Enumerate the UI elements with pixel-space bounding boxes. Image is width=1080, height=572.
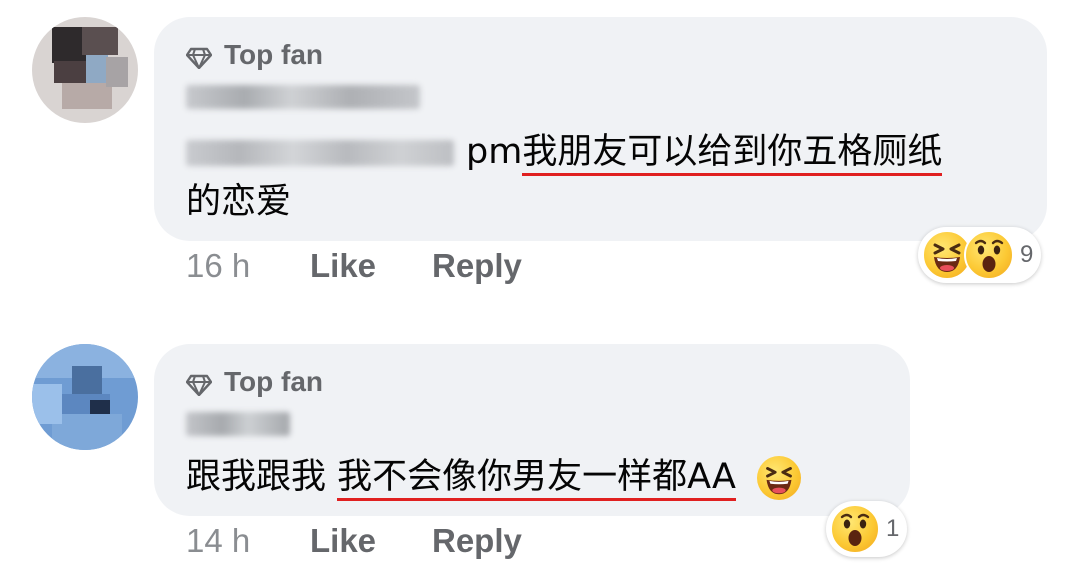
reply-button[interactable]: Reply <box>432 522 522 560</box>
like-button[interactable]: Like <box>310 247 432 285</box>
comment-bubble: Top fan pm我朋友可以给到你五格厕纸 的恋爱 <box>154 17 1047 241</box>
comment-text-prefix: pm <box>466 132 523 172</box>
wow-face-icon <box>964 230 1014 280</box>
avatar[interactable] <box>32 17 138 123</box>
reaction-summary[interactable]: 1 <box>826 501 908 557</box>
top-fan-badge: Top fan <box>185 39 324 71</box>
reply-button[interactable]: Reply <box>432 247 522 285</box>
commenter-name[interactable] <box>186 412 290 436</box>
comment-text-underlined: 我朋友可以给到你五格厕纸 <box>522 132 943 176</box>
reaction-count: 9 <box>1020 241 1034 268</box>
comment-timestamp[interactable]: 16 h <box>186 247 310 285</box>
comment-text: pm我朋友可以给到你五格厕纸 <box>186 127 943 177</box>
comment-text-line2: 的恋爱 <box>186 182 292 222</box>
comment-text: 跟我跟我 我不会像你男友一样都AA <box>186 452 802 502</box>
comment-bubble: Top fan 跟我跟我 我不会像你男友一样都AA <box>154 344 910 516</box>
diamond-icon <box>185 44 213 70</box>
laughing-face-icon <box>757 456 802 500</box>
commenter-name[interactable] <box>186 85 420 109</box>
comment-actions: 16 h Like Reply <box>186 247 522 285</box>
avatar[interactable] <box>32 344 138 450</box>
comment: Top fan 跟我跟我 我不会像你男友一样都AA 14 h Like Repl… <box>0 326 1080 572</box>
wow-face-icon <box>830 504 880 554</box>
comment-timestamp[interactable]: 14 h <box>186 522 310 560</box>
like-button[interactable]: Like <box>310 522 432 560</box>
reaction-count: 1 <box>886 515 900 542</box>
reaction-summary[interactable]: 9 <box>918 227 1042 283</box>
top-fan-label: Top fan <box>224 366 324 397</box>
comment-text-prefix: 跟我跟我 <box>186 457 338 497</box>
diamond-icon <box>185 371 213 397</box>
comment-actions: 14 h Like Reply <box>186 522 522 560</box>
comment: Top fan pm我朋友可以给到你五格厕纸 的恋爱 16 h Like Rep… <box>0 0 1080 300</box>
tagged-user[interactable] <box>186 140 454 166</box>
comment-text-underlined: 我不会像你男友一样都AA <box>337 457 737 501</box>
top-fan-badge: Top fan <box>185 366 324 398</box>
top-fan-label: Top fan <box>224 39 324 70</box>
